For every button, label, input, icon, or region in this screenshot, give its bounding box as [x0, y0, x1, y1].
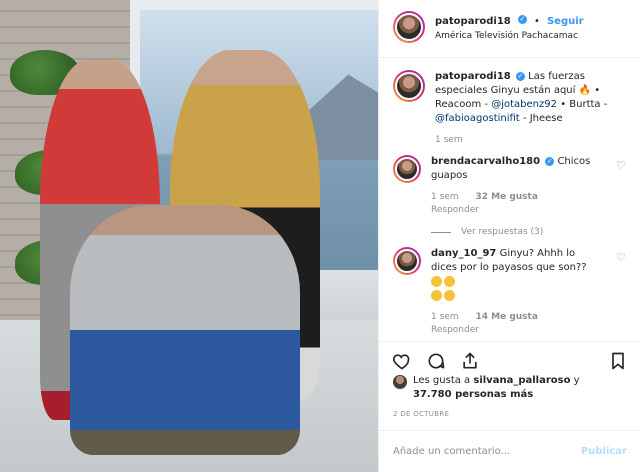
laughing-emoji-icon	[444, 289, 455, 301]
post-photo[interactable]	[0, 0, 378, 472]
author-username[interactable]: patoparodi18	[435, 16, 511, 27]
thinking-emoji-icon	[444, 275, 455, 287]
view-replies-label: Ver respuestas (3)	[461, 227, 544, 237]
likes-prefix: Les gusta a	[413, 375, 474, 386]
comment-age[interactable]: 1 sem	[431, 192, 459, 202]
comment-likes[interactable]: 14 Me gusta	[475, 312, 537, 322]
fire-emoji-icon: 🔥	[578, 85, 592, 96]
separator-dot: •	[533, 16, 540, 27]
post-comment-button[interactable]: Publicar	[581, 446, 627, 457]
caption-username[interactable]: patoparodi18	[435, 71, 511, 82]
bookmark-icon[interactable]	[607, 350, 629, 372]
post-header: patoparodi18 ✓ • Seguir América Televisi…	[379, 0, 640, 58]
caption-text-3: • Burtta -	[560, 99, 608, 110]
caption: patoparodi18 ✓ Las fuerzas especiales Gi…	[393, 70, 626, 147]
thinking-emoji-icon	[431, 275, 442, 287]
verified-icon: ✓	[515, 71, 525, 81]
heart-icon[interactable]	[391, 350, 413, 372]
comments-list[interactable]: patoparodi18 ✓ Las fuerzas especiales Gi…	[379, 58, 640, 341]
comment-username[interactable]: brendacarvalho180	[431, 156, 540, 167]
comment-item: dany_10_97 Ginyu? Ahhh lo dices por lo p…	[393, 247, 626, 337]
caption-mention-1[interactable]: @jotabenz92	[491, 99, 557, 110]
post-location[interactable]: América Televisión Pachacamac	[435, 29, 584, 44]
reply-button[interactable]: Responder	[431, 204, 601, 217]
share-icon[interactable]	[459, 350, 481, 372]
likes-summary[interactable]: Les gusta a silvana_pallaroso y 37.780 p…	[393, 374, 633, 402]
comment-icon[interactable]	[425, 350, 447, 372]
caption-text-4: - Jheese	[522, 113, 563, 124]
person-grey-blazer	[70, 205, 300, 455]
post-date[interactable]: 2 DE OCTUBRE	[393, 410, 449, 418]
comment-avatar[interactable]	[393, 155, 421, 183]
comment-input[interactable]: Añade un comentario...	[393, 446, 510, 457]
liker-avatar	[393, 375, 407, 389]
reply-button[interactable]: Responder	[431, 324, 601, 337]
comment-avatar[interactable]	[393, 247, 421, 275]
comment-likes[interactable]: 32 Me gusta	[475, 192, 537, 202]
author-avatar[interactable]	[393, 11, 425, 43]
caption-avatar[interactable]	[393, 70, 425, 102]
likes-middle: y	[570, 375, 580, 386]
comment-like-heart-icon[interactable]: ♡	[616, 251, 626, 264]
comment-like-heart-icon[interactable]: ♡	[616, 159, 626, 172]
comment-age[interactable]: 1 sem	[431, 312, 459, 322]
laughing-emoji-icon	[431, 289, 442, 301]
follow-button[interactable]: Seguir	[547, 16, 584, 27]
comment-item: brendacarvalho180 ✓ Chicos guapos 1 sem …	[393, 155, 626, 239]
add-comment-bar: Añade un comentario... Publicar	[379, 430, 640, 472]
verified-icon: ✓	[517, 15, 527, 24]
divider-line	[431, 231, 451, 233]
comment-username[interactable]: dany_10_97	[431, 248, 496, 259]
post-sidebar: patoparodi18 ✓ • Seguir América Televisi…	[378, 0, 640, 472]
caption-mention-2[interactable]: @fabioagostinifit	[435, 113, 520, 124]
caption-age[interactable]: 1 sem	[435, 135, 463, 145]
view-replies-button[interactable]: Ver respuestas (3)	[431, 225, 601, 239]
liker-username[interactable]: silvana_pallaroso	[473, 375, 570, 386]
verified-icon: ✓	[545, 156, 555, 166]
likes-count[interactable]: 37.780 personas más	[413, 389, 533, 400]
